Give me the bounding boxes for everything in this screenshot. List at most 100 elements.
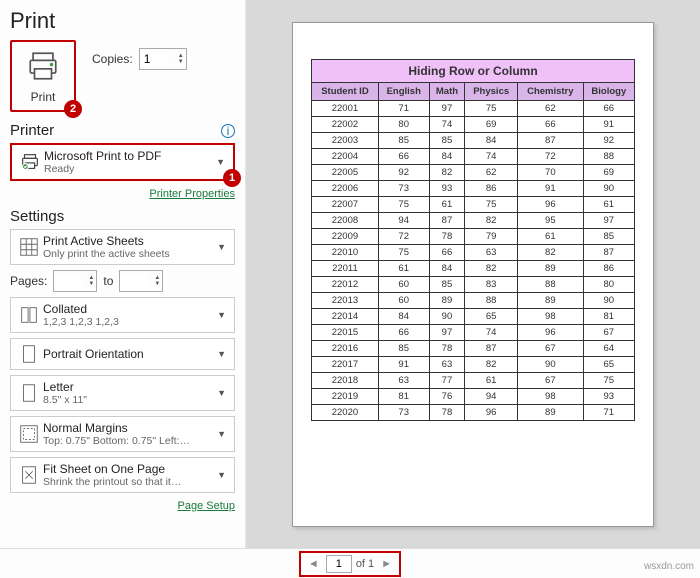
table-cell: 90 — [518, 356, 584, 372]
table-cell: 91 — [378, 356, 429, 372]
print-what-selector[interactable]: Print Active Sheets Only print the activ… — [10, 229, 235, 265]
table-cell: 82 — [465, 356, 518, 372]
setting-sublabel: Only print the active sheets — [43, 248, 213, 260]
table-row: 220207378968971 — [312, 404, 635, 420]
copies-input[interactable] — [140, 52, 168, 66]
copies-label: Copies: — [92, 52, 133, 66]
table-row: 220077561759661 — [312, 196, 635, 212]
table-cell: 22006 — [312, 180, 379, 196]
table-cell: 92 — [583, 132, 634, 148]
setting-sublabel: Top: 0.75" Bottom: 0.75" Left:… — [43, 435, 213, 447]
table-cell: 97 — [583, 212, 634, 228]
table-cell: 22018 — [312, 372, 379, 388]
table-cell: 96 — [518, 324, 584, 340]
table-cell: 89 — [518, 404, 584, 420]
spinner-arrows-icon[interactable]: ▲▼ — [178, 53, 186, 65]
pages-to-input[interactable] — [120, 274, 148, 288]
table-cell: 75 — [583, 372, 634, 388]
chevron-down-icon: ▼ — [213, 242, 230, 252]
table-row: 220168578876764 — [312, 340, 635, 356]
table-cell: 81 — [583, 308, 634, 324]
table-cell: 96 — [465, 404, 518, 420]
setting-label: Fit Sheet on One Page — [43, 462, 213, 476]
table-cell: 85 — [429, 132, 465, 148]
table-cell: 22020 — [312, 404, 379, 420]
table-header: Chemistry — [518, 82, 584, 100]
setting-label: Letter — [43, 380, 213, 394]
table-cell: 69 — [583, 164, 634, 180]
info-icon[interactable]: i — [221, 124, 235, 138]
table-cell: 82 — [465, 260, 518, 276]
table-cell: 98 — [518, 388, 584, 404]
chevron-down-icon: ▼ — [213, 429, 230, 439]
table-cell: 67 — [518, 372, 584, 388]
orientation-selector[interactable]: Portrait Orientation ▼ — [10, 338, 235, 370]
prev-page-button[interactable]: ◄ — [305, 558, 322, 570]
preview-footer: ◄ of 1 ► — [0, 548, 700, 578]
table-header: Biology — [583, 82, 634, 100]
collation-selector[interactable]: Collated 1,2,3 1,2,3 1,2,3 ▼ — [10, 297, 235, 333]
table-cell: 92 — [378, 164, 429, 180]
table-cell: 84 — [378, 308, 429, 324]
table-cell: 22002 — [312, 116, 379, 132]
fit-page-icon — [15, 464, 43, 486]
chevron-down-icon: ▼ — [212, 157, 229, 167]
print-settings-panel: Print Print 2 Copies: ▲▼ Printer i — [0, 0, 246, 548]
table-cell: 72 — [378, 228, 429, 244]
page-setup-link[interactable]: Page Setup — [178, 500, 236, 512]
preview-table: Student IDEnglishMathPhysicsChemistryBio… — [311, 82, 635, 421]
table-cell: 61 — [583, 196, 634, 212]
callout-badge-2: 2 — [64, 100, 82, 118]
settings-heading: Settings — [10, 208, 64, 225]
table-cell: 22008 — [312, 212, 379, 228]
spinner-arrows-icon[interactable]: ▲▼ — [88, 275, 96, 287]
table-cell: 82 — [465, 212, 518, 228]
chevron-down-icon: ▼ — [213, 470, 230, 480]
table-cell: 62 — [465, 164, 518, 180]
table-cell: 89 — [429, 292, 465, 308]
page-icon — [15, 382, 43, 404]
scaling-selector[interactable]: Fit Sheet on One Page Shrink the printou… — [10, 457, 235, 493]
paper-size-selector[interactable]: Letter 8.5" x 11" ▼ — [10, 375, 235, 411]
table-cell: 81 — [378, 388, 429, 404]
table-cell: 75 — [465, 100, 518, 116]
table-row: 220198176949893 — [312, 388, 635, 404]
table-cell: 79 — [465, 228, 518, 244]
table-row: 220107566638287 — [312, 244, 635, 260]
table-row: 220116184828986 — [312, 260, 635, 276]
table-cell: 70 — [518, 164, 584, 180]
table-cell: 85 — [429, 276, 465, 292]
table-cell: 22019 — [312, 388, 379, 404]
watermark: wsxdn.com — [644, 561, 694, 572]
copies-spinner[interactable]: ▲▼ — [139, 48, 187, 70]
table-cell: 85 — [378, 132, 429, 148]
pages-from-spinner[interactable]: ▲▼ — [53, 270, 97, 292]
table-cell: 94 — [465, 388, 518, 404]
next-page-button[interactable]: ► — [378, 558, 395, 570]
print-button[interactable]: Print 2 — [10, 40, 76, 112]
margins-selector[interactable]: Normal Margins Top: 0.75" Bottom: 0.75" … — [10, 416, 235, 452]
printer-icon — [26, 49, 60, 86]
table-cell: 89 — [518, 260, 584, 276]
table-row: 220059282627069 — [312, 164, 635, 180]
pages-to-spinner[interactable]: ▲▼ — [119, 270, 163, 292]
spinner-arrows-icon[interactable]: ▲▼ — [154, 275, 162, 287]
table-cell: 83 — [465, 276, 518, 292]
table-row: 220038585848792 — [312, 132, 635, 148]
table-cell: 74 — [465, 148, 518, 164]
table-row: 220046684747288 — [312, 148, 635, 164]
printer-selector[interactable]: Microsoft Print to PDF Ready ▼ 1 — [10, 143, 235, 181]
table-cell: 80 — [583, 276, 634, 292]
pages-from-input[interactable] — [54, 274, 82, 288]
setting-sublabel: Shrink the printout so that it… — [43, 476, 213, 488]
table-cell: 88 — [518, 276, 584, 292]
table-cell: 65 — [465, 308, 518, 324]
table-cell: 22017 — [312, 356, 379, 372]
table-cell: 86 — [583, 260, 634, 276]
table-cell: 85 — [583, 228, 634, 244]
table-cell: 90 — [429, 308, 465, 324]
page-number-input[interactable] — [326, 555, 352, 573]
printer-device-icon — [16, 151, 44, 173]
sheets-icon — [15, 236, 43, 258]
printer-properties-link[interactable]: Printer Properties — [149, 188, 235, 200]
